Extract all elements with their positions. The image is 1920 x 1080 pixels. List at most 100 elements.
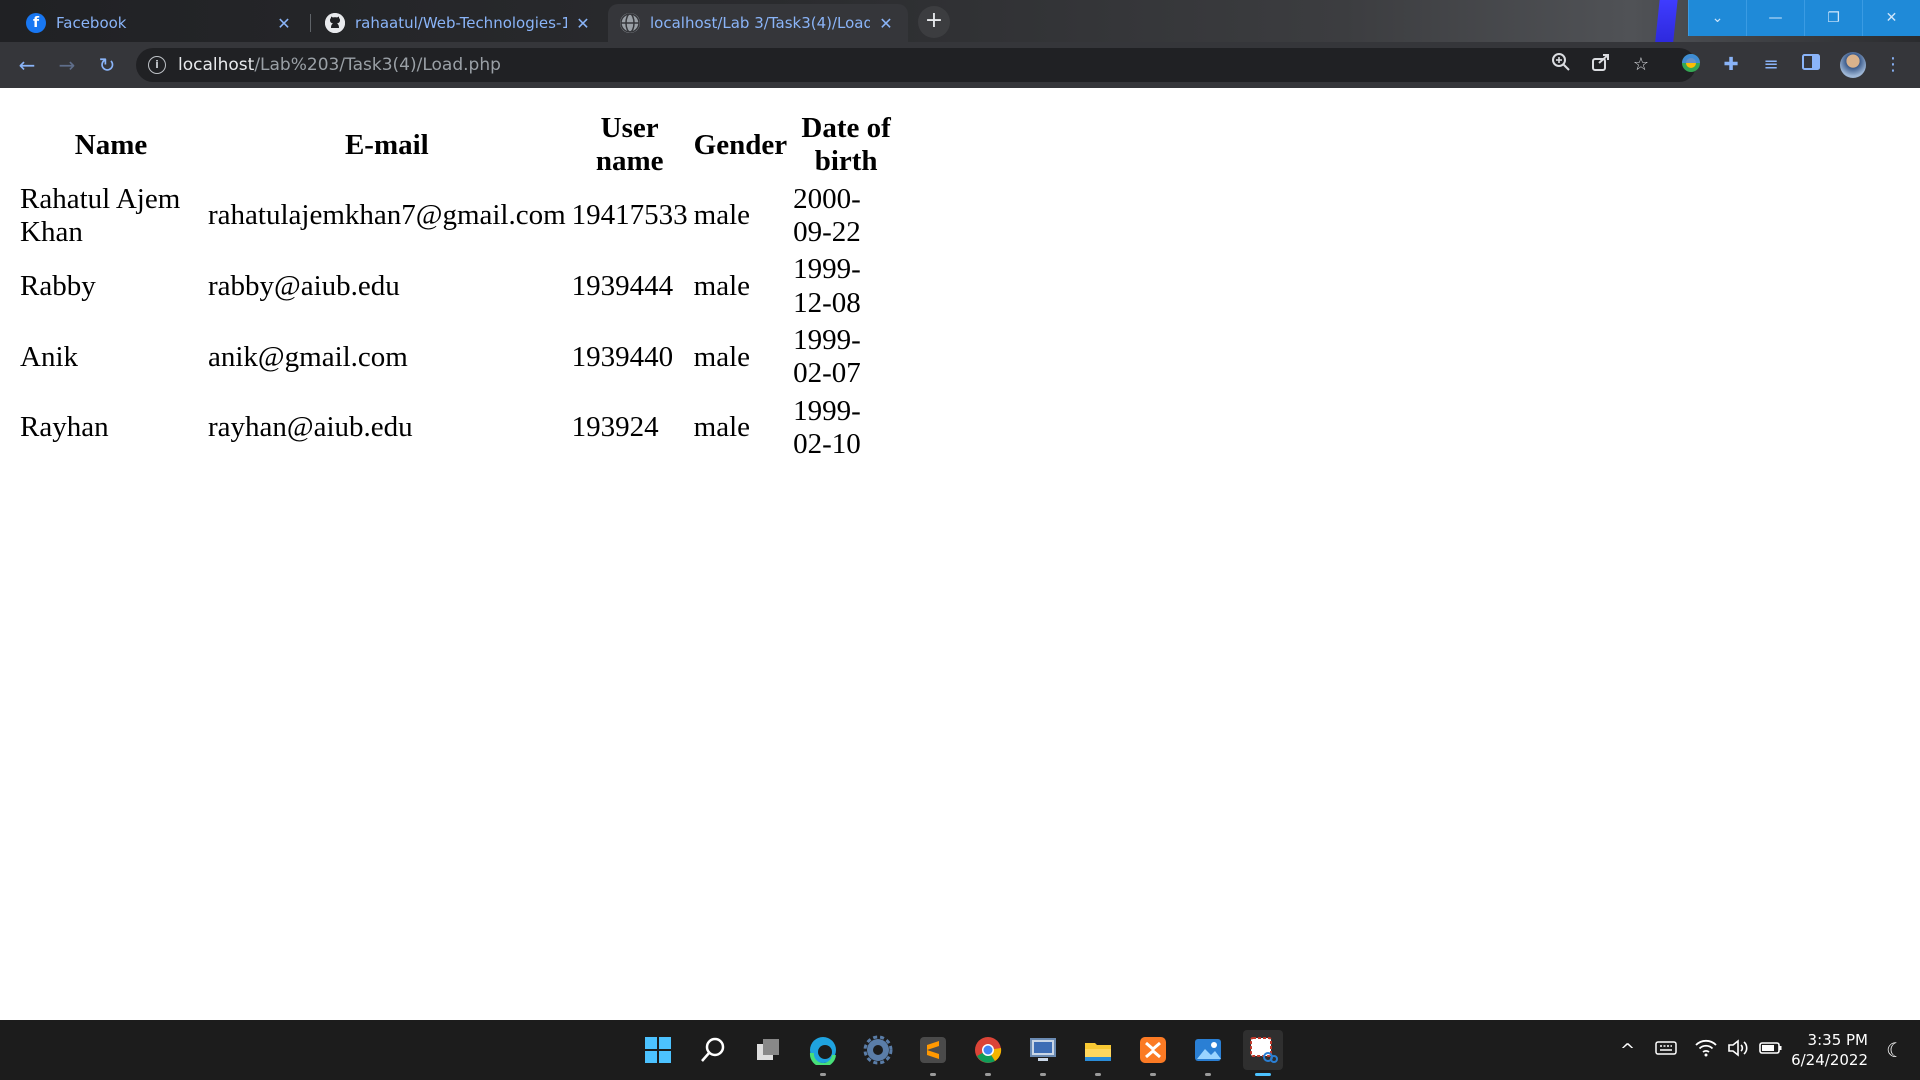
close-tab-icon[interactable]: ✕ <box>274 14 294 33</box>
cell-gender: male <box>693 199 751 232</box>
cell-name: Anik <box>20 340 78 373</box>
profile-avatar[interactable] <box>1840 52 1866 78</box>
table-row: Anik anik@gmail.com 1939440 male 1999-02… <box>18 323 901 392</box>
sublime-text-icon[interactable] <box>913 1030 953 1076</box>
side-panel-icon[interactable] <box>1798 52 1824 78</box>
running-indicator <box>1095 1073 1101 1076</box>
cell-gender: male <box>693 411 751 444</box>
close-tab-icon[interactable]: ✕ <box>876 14 896 33</box>
tab-load-php[interactable]: localhost/Lab 3/Task3(4)/Load.ph ✕ <box>608 4 908 42</box>
share-icon[interactable] <box>1588 52 1614 78</box>
cell-name: Rahatul Ajem Khan <box>20 182 181 249</box>
column-header-dob: Date of birth <box>801 112 891 178</box>
url-host: localhost <box>178 55 255 75</box>
cell-dob: 2000-09-22 <box>793 182 861 249</box>
cell-dob: 1999-02-07 <box>793 324 861 390</box>
site-info-icon[interactable]: i <box>148 56 166 74</box>
running-indicator <box>1205 1073 1211 1076</box>
tab-divider <box>310 14 311 32</box>
cell-email: rabby@aiub.edu <box>208 270 400 303</box>
running-indicator <box>1255 1073 1271 1076</box>
forward-arrow-icon[interactable]: → <box>52 50 82 80</box>
cell-gender: male <box>693 270 751 303</box>
running-indicator <box>930 1073 936 1076</box>
window-controls: ⌄ — ❐ ✕ <box>1688 0 1920 36</box>
tab-search-icon[interactable]: ⌄ <box>1688 0 1746 36</box>
volume-icon[interactable] <box>1727 1039 1749 1061</box>
running-indicator <box>985 1073 991 1076</box>
browser-tab-strip: f Facebook ✕ rahaatul/Web-Technologies-1… <box>0 0 1920 88</box>
clock-time: 3:35 PM <box>1807 1031 1868 1049</box>
show-hidden-icons-chevron-icon[interactable]: ^ <box>1620 1040 1635 1061</box>
tab-title: localhost/Lab 3/Task3(4)/Load.ph <box>650 14 870 32</box>
edge-browser-icon[interactable] <box>803 1030 843 1076</box>
url-path: /Lab%203/Task3(4)/Load.php <box>254 55 501 75</box>
reload-icon[interactable]: ↻ <box>92 50 122 80</box>
zoom-icon[interactable] <box>1548 52 1574 78</box>
remote-desktop-icon[interactable] <box>1023 1030 1063 1076</box>
clock-date: 6/24/2022 <box>1791 1051 1868 1069</box>
menu-kebab-icon[interactable]: ⋮ <box>1880 52 1906 78</box>
extensions-puzzle-icon[interactable]: ✚ <box>1718 52 1744 78</box>
snipping-tool-icon[interactable] <box>1243 1030 1283 1076</box>
users-table: Name E-mail User name Gender Date of bir… <box>16 109 903 464</box>
search-icon[interactable] <box>693 1030 733 1070</box>
cell-dob: 1999-12-08 <box>793 253 861 319</box>
table-row: Rabby rabby@aiub.edu 1939444 male 1999-1… <box>18 252 901 321</box>
column-header-username: User name <box>595 112 664 178</box>
browser-toolbar: ← → ↻ i localhost/Lab%203/Task3(4)/Load.… <box>0 42 1920 130</box>
column-header-email: E-mail <box>344 128 429 161</box>
taskbar-clock[interactable]: 3:35 PM 6/24/2022 <box>1791 1030 1868 1070</box>
cell-email: anik@gmail.com <box>208 340 408 373</box>
cell-username: 1939444 <box>571 270 674 303</box>
xampp-icon[interactable] <box>1133 1030 1173 1076</box>
notifications-moon-icon[interactable]: ☾ <box>1886 1038 1904 1062</box>
cell-gender: male <box>693 340 751 373</box>
chrome-icon[interactable] <box>968 1030 1008 1076</box>
restore-icon[interactable]: ❐ <box>1804 0 1862 36</box>
column-header-gender: Gender <box>693 128 788 161</box>
task-view-icon[interactable] <box>748 1030 788 1070</box>
address-bar[interactable]: i localhost/Lab%203/Task3(4)/Load.php <box>136 48 1696 82</box>
cell-name: Rayhan <box>20 411 109 444</box>
wifi-icon[interactable] <box>1695 1039 1717 1061</box>
running-indicator <box>1150 1073 1156 1076</box>
close-window-icon[interactable]: ✕ <box>1862 0 1920 36</box>
settings-gear-icon[interactable] <box>858 1030 898 1070</box>
cell-username: 19417533 <box>571 199 688 232</box>
system-tray: ^ <box>1620 1020 1783 1080</box>
battery-icon[interactable] <box>1759 1040 1783 1060</box>
new-tab-button[interactable]: + <box>918 6 950 38</box>
cell-username: 193924 <box>571 411 659 444</box>
cell-email: rahatulajemkhan7@gmail.com <box>208 199 566 232</box>
media-queue-icon[interactable]: ≡ <box>1758 52 1784 78</box>
running-indicator <box>1040 1073 1046 1076</box>
back-arrow-icon[interactable]: ← <box>12 50 42 80</box>
table-row: Rahatul Ajem Khan rahatulajemkhan7@gmail… <box>18 182 901 251</box>
tab-title: Facebook <box>56 14 127 32</box>
tab-github[interactable]: rahaatul/Web-Technologies-19-4 ✕ <box>313 4 605 42</box>
tab-title: rahaatul/Web-Technologies-19-4 <box>355 14 567 32</box>
running-indicator <box>820 1073 826 1076</box>
keyboard-icon[interactable] <box>1655 1040 1677 1060</box>
close-tab-icon[interactable]: ✕ <box>573 14 593 33</box>
extension-colorful-icon[interactable] <box>1678 52 1704 78</box>
github-icon <box>325 13 345 33</box>
cell-email: rayhan@aiub.edu <box>208 411 413 444</box>
file-explorer-icon[interactable] <box>1078 1030 1118 1076</box>
page-content: Name E-mail User name Gender Date of bir… <box>0 88 1920 1020</box>
column-header-name: Name <box>74 128 148 161</box>
table-row: Rayhan rayhan@aiub.edu 193924 male 1999-… <box>18 394 901 463</box>
windows-taskbar: ^ 3:35 PM 6/24/2022 ☾ <box>0 1020 1920 1080</box>
minimize-icon[interactable]: — <box>1746 0 1804 36</box>
cell-username: 1939440 <box>571 340 674 373</box>
photos-icon[interactable] <box>1188 1030 1228 1076</box>
windows-start-icon[interactable] <box>638 1030 678 1070</box>
facebook-icon: f <box>26 13 46 33</box>
address-url[interactable]: localhost/Lab%203/Task3(4)/Load.php <box>178 55 501 75</box>
tab-facebook[interactable]: f Facebook ✕ <box>14 4 306 42</box>
cell-dob: 1999-02-10 <box>793 394 861 461</box>
bookmark-star-icon[interactable]: ☆ <box>1628 52 1654 78</box>
table-header-row: Name E-mail User name Gender Date of bir… <box>18 111 901 180</box>
globe-icon <box>620 13 640 33</box>
